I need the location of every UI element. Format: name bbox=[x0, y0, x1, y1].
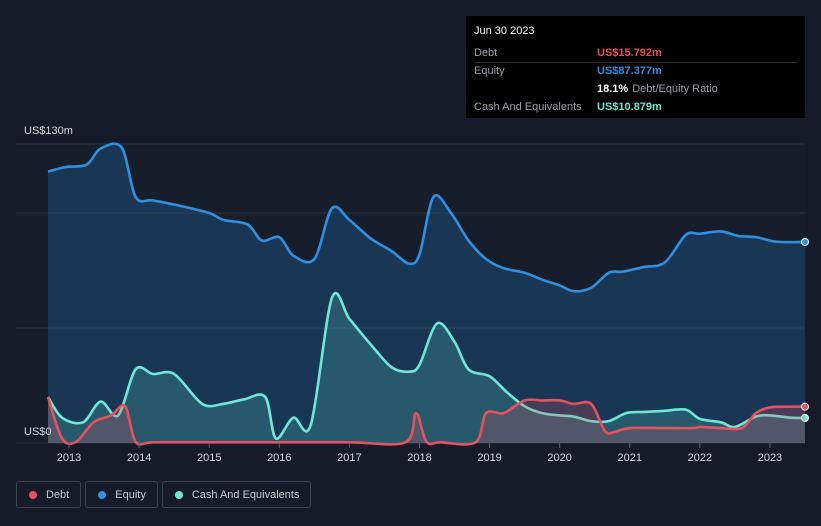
legend-item-debt[interactable]: Debt bbox=[16, 481, 82, 508]
x-tick-label: 2023 bbox=[758, 452, 782, 464]
legend-label: Cash And Equivalents bbox=[191, 488, 300, 501]
tooltip-value: US$15.792m bbox=[597, 47, 662, 59]
tooltip-label: Equity bbox=[474, 65, 505, 77]
legend-label: Equity bbox=[115, 488, 146, 501]
x-tick-label: 2019 bbox=[477, 452, 501, 464]
legend-item-cash[interactable]: Cash And Equivalents bbox=[161, 481, 312, 508]
x-tick-label: 2020 bbox=[547, 452, 571, 464]
tooltip-date: Jun 30 2023 bbox=[474, 25, 535, 37]
y-axis-bottom-label: US$0 bbox=[24, 426, 52, 438]
chart-legend: Debt Equity Cash And Equivalents bbox=[16, 481, 312, 510]
tooltip-value: US$10.879m bbox=[597, 101, 662, 113]
x-tick-label: 2017 bbox=[337, 452, 361, 464]
legend-dot-icon bbox=[174, 490, 183, 499]
x-tick-label: 2016 bbox=[267, 452, 291, 464]
tooltip-row-equity: Equity US$87.377m bbox=[474, 62, 797, 80]
tooltip-label: Cash And Equivalents bbox=[474, 101, 582, 113]
y-axis-top-label: US$130m bbox=[24, 125, 73, 137]
tooltip-value: 18.1% bbox=[597, 83, 629, 95]
tooltip-label bbox=[474, 81, 597, 98]
tooltip-ratio-text: Debt/Equity Ratio bbox=[632, 83, 718, 95]
x-tick-label: 2018 bbox=[407, 452, 431, 464]
legend-dot-icon bbox=[98, 490, 107, 499]
tooltip-row-ratio: 18.1% Debt/Equity Ratio bbox=[474, 80, 797, 98]
x-axis-ticks: 2013 2014 2015 2016 2017 2018 2019 2020 2021 2022… bbox=[57, 443, 782, 464]
legend-dot-icon bbox=[29, 490, 37, 499]
tooltip-value: US$87.377m bbox=[597, 65, 662, 77]
x-tick-label: 2014 bbox=[127, 452, 151, 464]
legend-label: Debt bbox=[46, 488, 70, 501]
equity-endpoint[interactable] bbox=[801, 237, 809, 246]
data-tooltip: Jun 30 2023 Debt US$15.792m Equity US$87… bbox=[466, 16, 805, 118]
legend-item-equity[interactable]: Equity bbox=[85, 481, 158, 508]
x-tick-label: 2021 bbox=[618, 452, 642, 464]
tooltip-row-debt: Debt US$15.792m bbox=[474, 44, 797, 62]
x-tick-label: 2022 bbox=[688, 452, 712, 464]
x-tick-label: 2013 bbox=[57, 452, 81, 464]
x-tick-label: 2015 bbox=[197, 452, 221, 464]
tooltip-row-cash: Cash And Equivalents US$10.879m bbox=[474, 98, 797, 116]
tooltip-label: Debt bbox=[474, 47, 498, 59]
debt-endpoint[interactable] bbox=[801, 402, 809, 411]
